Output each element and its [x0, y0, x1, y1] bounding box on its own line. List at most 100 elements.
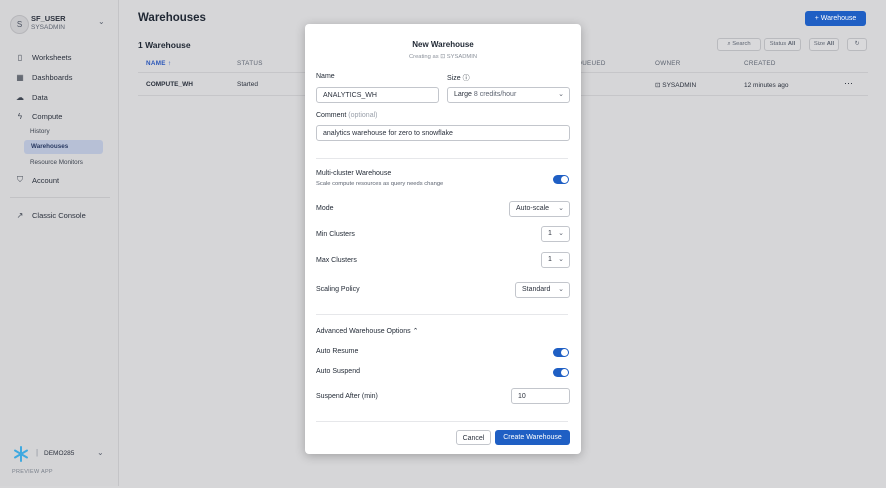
sidebar-item-label: Classic Console — [32, 210, 86, 220]
advanced-options-label: Advanced Warehouse Options — [316, 328, 411, 335]
page-title: Warehouses — [138, 12, 206, 24]
status-filter-value: All — [787, 41, 796, 47]
new-warehouse-button[interactable]: + Warehouse — [805, 11, 866, 26]
chevron-down-icon: ⌄ — [558, 256, 564, 263]
row-created: 12 minutes ago — [744, 82, 789, 89]
sidebar-item-data[interactable]: ☁ Data — [14, 90, 48, 104]
cancel-button[interactable]: Cancel — [456, 430, 491, 445]
comment-label: Comment — [316, 112, 347, 119]
subtitle-prefix: Creating as — [408, 54, 439, 60]
help-icon[interactable]: ⓘ — [463, 75, 470, 82]
row-name: COMPUTE_WH — [146, 81, 193, 88]
suspend-after-label: Suspend After (min) — [316, 393, 378, 400]
comment-optional: (optional) — [348, 112, 378, 119]
advanced-options-toggle[interactable]: Advanced Warehouse Options ⌃ — [316, 327, 419, 335]
column-header-created[interactable]: CREATED — [744, 60, 776, 67]
sidebar-item-label: Dashboards — [32, 72, 73, 82]
org-name: DEMO285 — [44, 450, 75, 457]
file-icon: ▯ — [17, 52, 23, 62]
dialog-subtitle: Creating as ⊡ SYSADMIN — [305, 54, 581, 60]
auto-resume-label: Auto Resume — [316, 348, 359, 355]
column-header-label: NAME — [146, 60, 166, 67]
column-header-owner[interactable]: OWNER — [655, 60, 681, 67]
chevron-down-icon: ⌄ — [97, 448, 104, 457]
preview-app-label: PREVIEW APP — [12, 469, 53, 475]
grid-icon: ▦ — [16, 72, 24, 82]
chevron-down-icon: ⌄ — [558, 91, 564, 98]
max-clusters-value: 1 — [548, 256, 552, 263]
org-switcher[interactable]: | DEMO285 ⌄ — [12, 445, 112, 465]
max-clusters-label: Max Clusters — [316, 257, 357, 264]
search-label: Search — [732, 41, 751, 47]
chevron-down-icon: ⌄ — [558, 230, 564, 237]
row-status: Started — [237, 81, 258, 88]
sidebar-item-compute[interactable]: ϟ Compute — [14, 109, 63, 123]
auto-suspend-label: Auto Suspend — [316, 368, 360, 375]
size-select[interactable]: Large 8 credits/hour ⌄ — [447, 87, 570, 103]
min-clusters-select[interactable]: 1 ⌄ — [541, 226, 570, 242]
multi-cluster-label: Multi-cluster Warehouse — [316, 170, 392, 177]
search-button[interactable]: ⌕ Search — [717, 38, 761, 51]
subtitle-role: SYSADMIN — [446, 54, 478, 60]
size-label-wrap: Size ⓘ — [447, 73, 470, 83]
size-filter[interactable]: Size All — [809, 38, 839, 51]
mode-label: Mode — [316, 205, 334, 212]
column-header-queued[interactable]: QUEUED — [577, 60, 606, 67]
name-label: Name — [316, 73, 335, 80]
snowflake-logo-icon — [14, 446, 28, 462]
auto-suspend-toggle[interactable] — [553, 368, 569, 377]
mode-value: Auto-scale — [516, 205, 550, 212]
sidebar-item-warehouses[interactable]: Warehouses — [24, 140, 103, 154]
size-credits: 8 credits/hour — [473, 91, 517, 98]
sidebar: S SF_USER SYSADMIN ⌄ ▯ Worksheets ▦ Dash… — [0, 0, 119, 486]
sidebar-item-worksheets[interactable]: ▯ Worksheets — [14, 50, 72, 64]
user-name: SF_USER — [31, 14, 66, 23]
role-icon: ⊡ — [440, 54, 446, 60]
column-header-name[interactable]: NAME ↑ — [146, 60, 171, 67]
user-menu[interactable]: S SF_USER SYSADMIN ⌄ — [10, 12, 110, 38]
sidebar-item-account[interactable]: ⛉ Account — [14, 173, 59, 187]
sidebar-item-classic-console[interactable]: ↗ Classic Console — [14, 208, 86, 222]
toggle-knob — [561, 176, 568, 183]
column-header-status[interactable]: STATUS — [237, 60, 263, 67]
comment-label-wrap: Comment (optional) — [316, 112, 377, 119]
min-clusters-value: 1 — [548, 230, 552, 237]
sort-ascending-icon: ↑ — [167, 60, 172, 67]
sidebar-item-history[interactable]: History — [30, 128, 50, 135]
sidebar-item-dashboards[interactable]: ▦ Dashboards — [14, 70, 72, 84]
new-warehouse-dialog: New Warehouse Creating as ⊡ SYSADMIN Nam… — [305, 24, 581, 454]
refresh-button[interactable]: ↻ — [847, 38, 867, 51]
sidebar-item-label: Account — [32, 175, 60, 185]
mode-select[interactable]: Auto-scale ⌄ — [509, 201, 570, 217]
sidebar-item-label: Compute — [32, 111, 63, 121]
divider-bar: | — [36, 448, 39, 457]
sidebar-item-resource-monitors[interactable]: Resource Monitors — [30, 159, 83, 166]
bolt-icon: ϟ — [17, 111, 23, 121]
multi-cluster-toggle[interactable] — [553, 175, 569, 184]
sidebar-item-label: Worksheets — [32, 52, 72, 62]
chevron-down-icon: ⌄ — [98, 17, 105, 26]
chevron-up-icon: ⌃ — [412, 328, 419, 335]
chevron-down-icon: ⌄ — [558, 205, 564, 212]
scaling-policy-value: Standard — [522, 286, 551, 293]
size-filter-label: Size — [813, 41, 826, 47]
comment-input[interactable]: analytics warehouse for zero to snowflak… — [316, 125, 570, 141]
auto-resume-toggle[interactable] — [553, 348, 569, 357]
section-divider — [316, 314, 568, 315]
sidebar-item-label: Data — [32, 92, 48, 102]
scaling-policy-label: Scaling Policy — [316, 286, 360, 293]
chevron-down-icon: ⌄ — [558, 286, 564, 293]
create-warehouse-button[interactable]: Create Warehouse — [495, 430, 570, 445]
refresh-icon: ↻ — [854, 41, 860, 47]
size-label: Size — [447, 75, 461, 82]
footer-divider — [316, 421, 568, 422]
status-filter[interactable]: Status All — [764, 38, 801, 51]
dialog-title: New Warehouse — [412, 40, 474, 49]
max-clusters-select[interactable]: 1 ⌄ — [541, 252, 570, 268]
suspend-after-input[interactable]: 10 — [511, 388, 570, 404]
external-link-icon: ↗ — [16, 210, 24, 220]
toggle-knob — [561, 369, 568, 376]
scaling-policy-select[interactable]: Standard ⌄ — [515, 282, 570, 298]
row-more-icon[interactable]: ⋯ — [844, 78, 853, 89]
name-input[interactable]: ANALYTICS_WH — [316, 87, 439, 103]
